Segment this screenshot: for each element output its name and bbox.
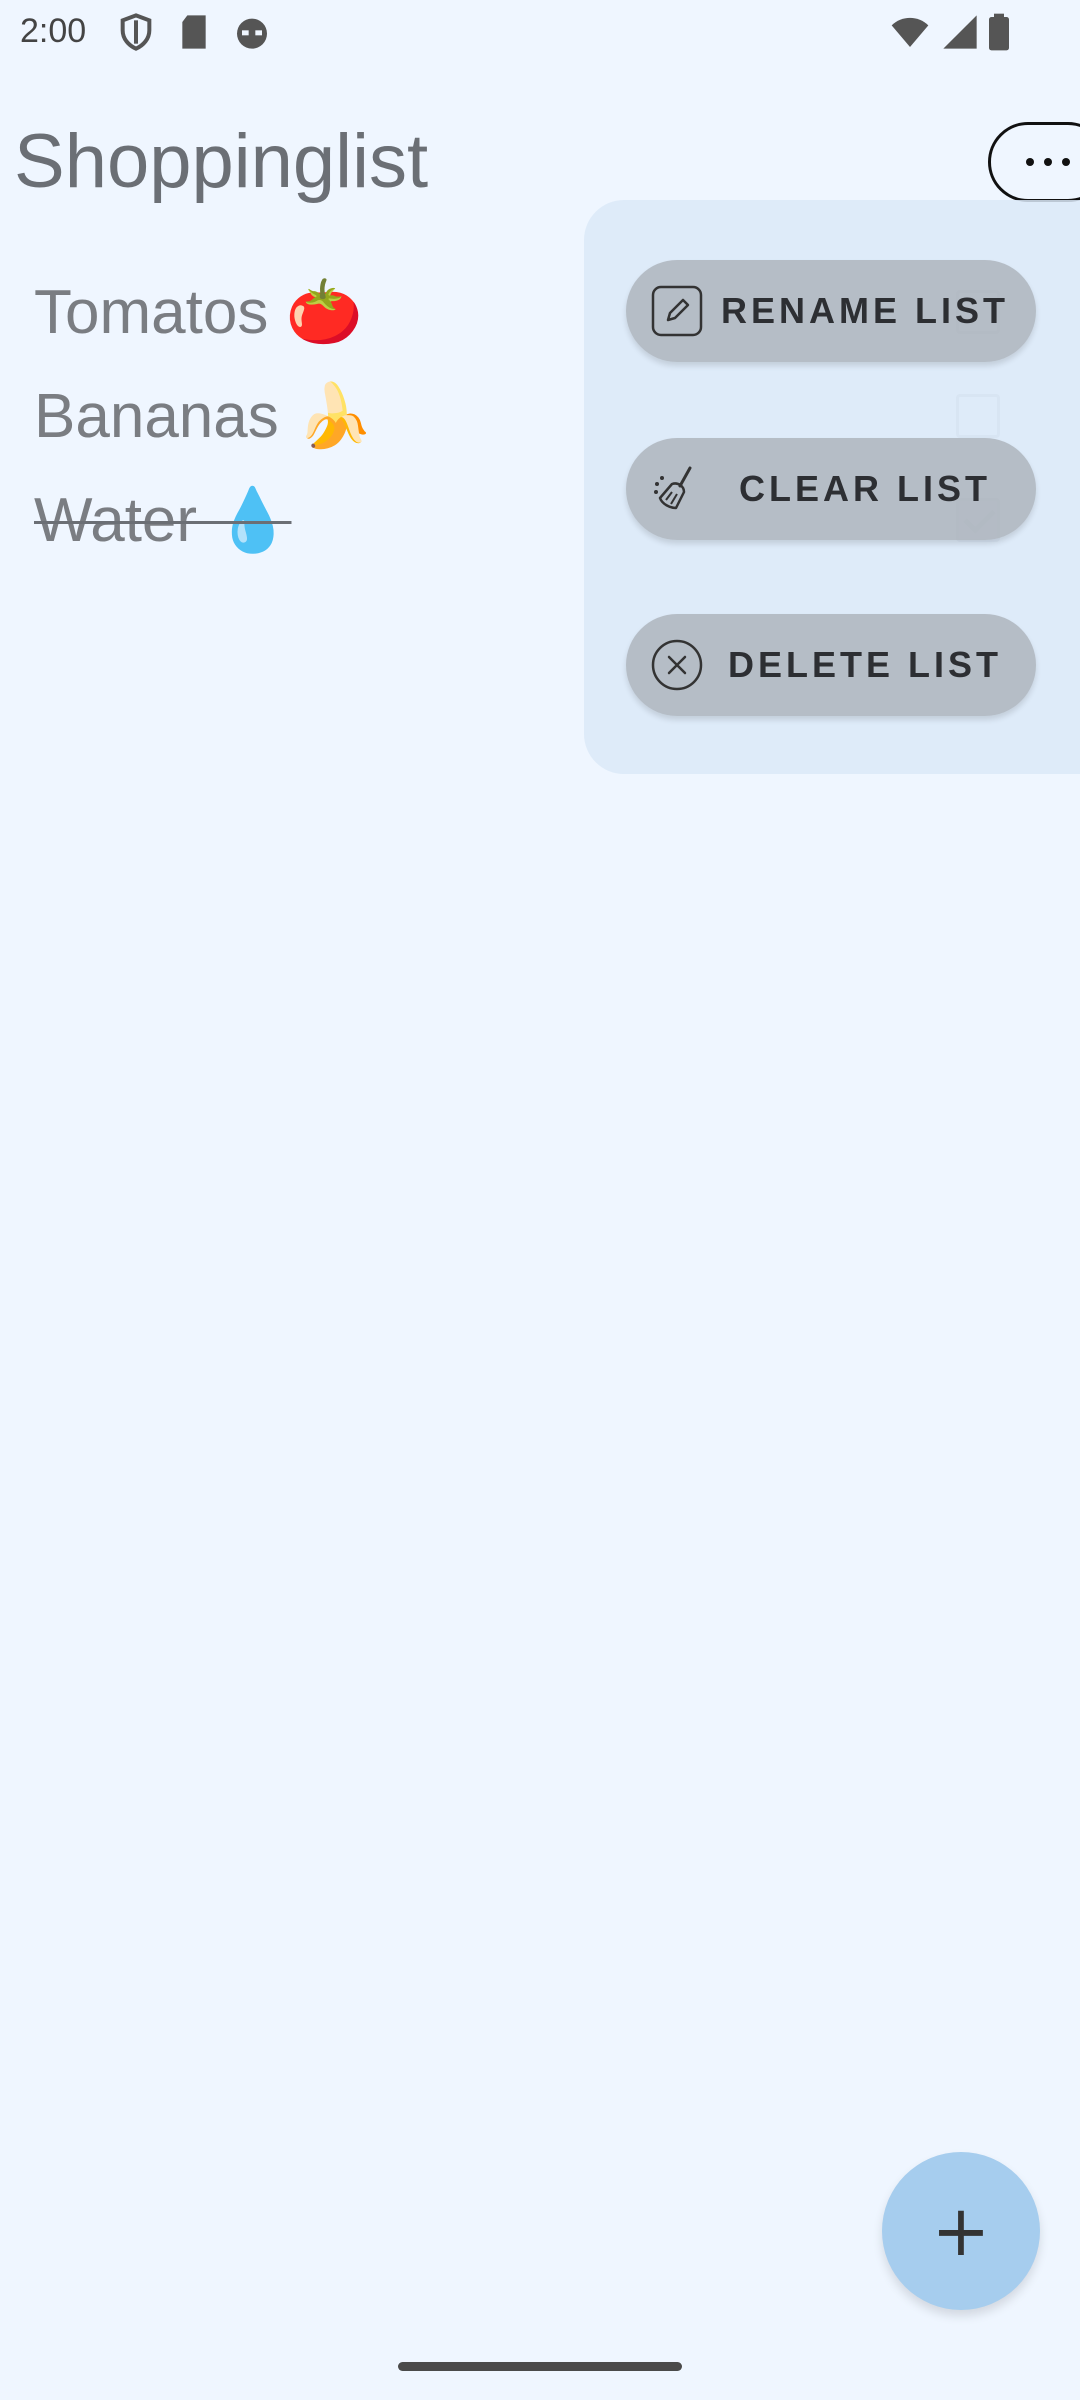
add-item-button[interactable]: + — [882, 2152, 1040, 2310]
screen: 2:00 Shoppinglist Tomatos 🍅 Bananas 🍌 Wa… — [0, 0, 1080, 2400]
status-time: 2:00 — [20, 12, 87, 50]
clear-list-button[interactable]: CLEAR LIST — [626, 438, 1036, 540]
page-title: Shoppinglist — [14, 119, 429, 204]
item-label: Water 💧 — [34, 486, 292, 555]
plus-icon: + — [931, 2190, 991, 2272]
broom-icon — [650, 462, 704, 516]
close-circle-icon — [650, 638, 704, 692]
item-label: Tomatos 🍅 — [34, 278, 363, 347]
more-dot — [1062, 158, 1070, 166]
edit-icon — [650, 284, 704, 338]
delete-list-label: DELETE LIST — [727, 644, 1002, 685]
shield-icon — [116, 12, 156, 52]
more-horizontal-icon — [1026, 158, 1034, 166]
battery-icon — [984, 12, 1014, 52]
gesture-nav-handle[interactable] — [398, 2362, 682, 2371]
sd-card-icon — [174, 12, 214, 52]
signal-icon — [940, 12, 980, 52]
rename-list-label: RENAME LIST — [720, 290, 1009, 331]
rename-list-button[interactable]: RENAME LIST — [626, 260, 1036, 362]
delete-list-button[interactable]: DELETE LIST — [626, 614, 1036, 716]
cat-face-icon — [232, 12, 272, 52]
wifi-icon — [888, 12, 932, 52]
more-options-button[interactable] — [988, 122, 1080, 202]
item-label: Bananas 🍌 — [34, 382, 374, 451]
status-bar: 2:00 — [0, 0, 1080, 64]
clear-list-label: CLEAR LIST — [739, 468, 991, 509]
more-dot — [1044, 158, 1052, 166]
